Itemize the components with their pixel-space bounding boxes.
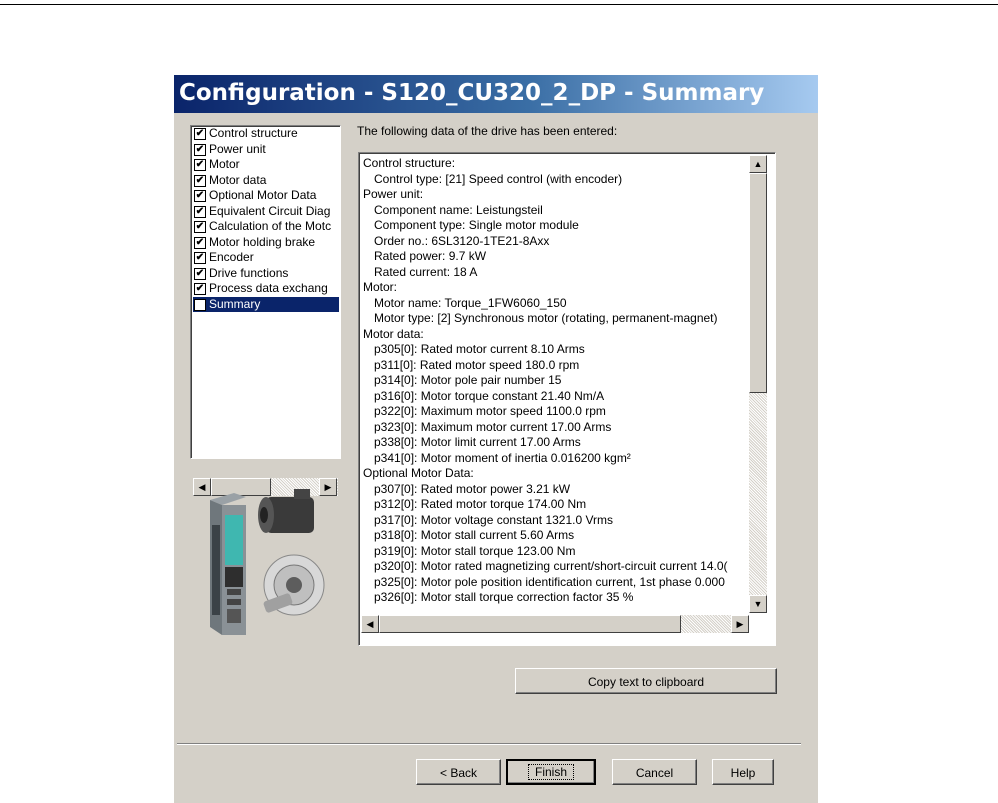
step-label: Encoder — [209, 250, 254, 264]
wizard-step-3[interactable]: ✔ Motor data — [193, 173, 339, 189]
wizard-step-0[interactable]: ✔ Control structure — [193, 126, 339, 142]
summary-value-line: p316[0]: Motor torque constant 21.40 Nm/… — [374, 388, 605, 403]
drive-hardware-illustration — [210, 489, 325, 635]
footer-separator — [177, 743, 801, 745]
step-label: Motor data — [209, 172, 267, 187]
summary-value-line: p314[0]: Motor pole pair number 15 — [374, 373, 562, 387]
step-checkbox[interactable]: ✔ — [194, 267, 206, 280]
back-button[interactable]: < Back — [416, 759, 501, 785]
wizard-step-5[interactable]: ✔ Equivalent Circuit Diag — [193, 204, 339, 220]
wizard-step-2[interactable]: ✔ Motor — [193, 157, 339, 173]
summary-value-line: Rated power: 9.7 kW — [374, 249, 487, 263]
summary-text-box[interactable]: Control structure: Control type: [21] Spe… — [358, 152, 776, 646]
step-label: Motor — [209, 157, 240, 171]
summary-value-line: Component name: Leistungsteil — [374, 202, 543, 217]
summary-value-line: p311[0]: Rated motor speed 180.0 rpm — [374, 357, 580, 372]
step-checkbox[interactable]: ✔ — [194, 143, 206, 156]
wizard-step-4[interactable]: ✔ Optional Motor Data — [193, 188, 339, 204]
summary-value-line: p307[0]: Rated motor power 3.21 kW — [374, 481, 571, 496]
step-checkbox[interactable]: ✔ — [194, 128, 206, 140]
wizard-step-8[interactable]: ✔ Encoder — [193, 250, 339, 266]
summary-section-heading: Motor data: — [363, 326, 424, 341]
summary-value-line: p323[0]: Maximum motor current 17.00 Arm… — [374, 419, 612, 434]
step-label: Power unit — [209, 141, 266, 156]
step-label: Motor holding brake — [209, 234, 316, 249]
step-checkbox[interactable]: ✔ — [194, 283, 206, 295]
summary-section-heading: Optional Motor Data: — [363, 466, 474, 480]
summary-value-line: p305[0]: Rated motor current 8.10 Arms — [374, 342, 585, 356]
scroll-up-button[interactable]: ▲ — [749, 155, 767, 173]
summary-value-line: p317[0]: Motor voltage constant 1321.0 V… — [374, 512, 614, 527]
control-unit-image — [210, 493, 246, 635]
summary-value-line: Rated current: 18 A — [374, 264, 478, 279]
step-label: Optional Motor Data — [209, 188, 317, 202]
horizontal-scroll-thumb[interactable] — [379, 615, 681, 633]
cancel-button[interactable]: Cancel — [612, 759, 697, 785]
window-title: Configuration - S120_CU320_2_DP - Summar… — [179, 80, 765, 106]
wizard-step-11[interactable]: Summary — [193, 296, 339, 312]
summary-value-line: p318[0]: Motor stall current 5.60 Arms — [374, 528, 575, 542]
motor-image — [258, 489, 314, 533]
summary-value-line: Motor type: [2] Synchronous motor (rotat… — [374, 311, 718, 325]
step-label: Summary — [209, 296, 261, 311]
step-checkbox[interactable]: ✔ — [194, 190, 206, 202]
summary-value-line: p338[0]: Motor limit current 17.00 Arms — [374, 435, 581, 449]
top-rule — [0, 4, 998, 5]
scroll-left-button[interactable]: ◀ — [361, 615, 379, 633]
scroll-down-button[interactable]: ▼ — [749, 595, 767, 613]
summary-intro-text: The following data of the drive has been… — [357, 124, 618, 138]
help-button[interactable]: Help — [712, 759, 774, 785]
encoder-image — [263, 554, 325, 616]
step-checkbox[interactable] — [194, 298, 206, 311]
scroll-right-button[interactable]: ▶ — [731, 615, 749, 633]
summary-section-heading: Power unit: — [363, 187, 424, 201]
summary-value-line: p326[0]: Motor stall torque correction f… — [374, 590, 634, 604]
summary-value-line: Component type: Single motor module — [374, 218, 579, 232]
step-checkbox[interactable]: ✔ — [194, 236, 206, 249]
summary-horizontal-scrollbar[interactable]: ◀ ▶ — [361, 615, 749, 633]
summary-value-line: p341[0]: Motor moment of inertia 0.01620… — [374, 450, 631, 465]
summary-section-heading: Control structure: — [363, 156, 456, 170]
step-checkbox[interactable]: ✔ — [194, 174, 206, 187]
copy-to-clipboard-button[interactable]: Copy text to clipboard — [515, 668, 777, 694]
wizard-step-list[interactable]: ✔ Control structure ✔ Power unit ✔ Motor ✔ Moto… — [190, 125, 341, 496]
summary-lines: Control structure: Control type: [21] Spe… — [363, 156, 749, 614]
summary-value-line: p320[0]: Motor rated magnetizing current… — [374, 559, 728, 573]
summary-section-heading: Motor: — [363, 280, 398, 294]
summary-value-line: p322[0]: Maximum motor speed 1100.0 rpm — [374, 404, 606, 418]
configuration-dialog: Configuration - S120_CU320_2_DP - Summar… — [174, 75, 818, 803]
title-bar: Configuration - S120_CU320_2_DP - Summar… — [174, 75, 818, 113]
wizard-step-7[interactable]: ✔ Motor holding brake — [193, 235, 339, 251]
wizard-step-9[interactable]: ✔ Drive functions — [193, 266, 339, 282]
step-checkbox[interactable]: ✔ — [194, 221, 206, 233]
finish-button-label: Finish — [527, 764, 574, 780]
wizard-step-6[interactable]: ✔ Calculation of the Motc — [193, 219, 339, 235]
summary-value-line: p319[0]: Motor stall torque 123.00 Nm — [374, 543, 576, 558]
summary-value-line: Motor name: Torque_1FW6060_150 — [374, 295, 567, 310]
step-label: Process data exchang — [209, 281, 328, 295]
summary-value-line: Control type: [21] Speed control (with e… — [374, 171, 623, 186]
step-label: Control structure — [209, 126, 298, 140]
finish-button[interactable]: Finish — [506, 759, 596, 785]
step-checkbox[interactable]: ✔ — [194, 252, 206, 264]
step-label: Drive functions — [209, 265, 289, 280]
wizard-step-1[interactable]: ✔ Power unit — [193, 142, 339, 158]
vertical-scroll-thumb[interactable] — [749, 173, 767, 393]
summary-value-line: Order no.: 6SL3120-1TE21-8Axx — [374, 233, 550, 248]
step-label: Equivalent Circuit Diag — [209, 203, 331, 218]
summary-value-line: p312[0]: Rated motor torque 174.00 Nm — [374, 497, 587, 511]
step-items: ✔ Control structure ✔ Power unit ✔ Motor ✔ Moto… — [193, 126, 339, 416]
step-checkbox[interactable]: ✔ — [194, 159, 206, 171]
step-label: Calculation of the Motc — [209, 219, 332, 233]
summary-value-line: p325[0]: Motor pole position identificat… — [374, 574, 725, 589]
wizard-step-10[interactable]: ✔ Process data exchang — [193, 281, 339, 297]
summary-vertical-scrollbar[interactable]: ▲ ▼ — [749, 155, 767, 613]
step-checkbox[interactable]: ✔ — [194, 205, 206, 218]
